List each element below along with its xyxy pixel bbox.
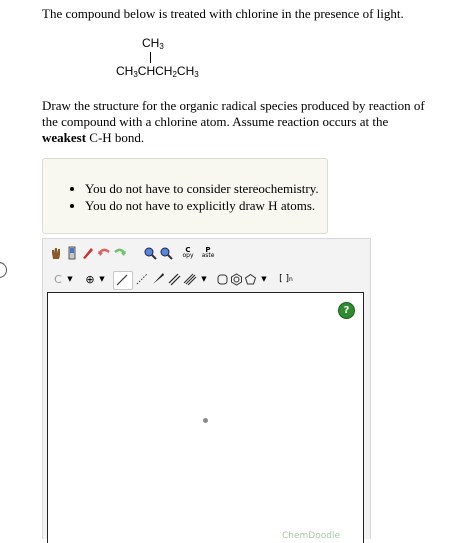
benzene-ring-icon[interactable]	[229, 271, 243, 287]
question-prompt: Draw the structure for the organic radic…	[42, 98, 432, 146]
drawing-canvas[interactable]: ? ChemDoodle	[47, 292, 364, 543]
hand-pan-icon[interactable]	[49, 245, 63, 261]
chevron-down-icon[interactable]: ▼	[197, 271, 211, 287]
chain-sub-3: 3	[194, 70, 199, 79]
instructions-box: You do not have to consider stereochemis…	[42, 158, 328, 234]
paste-sublabel: aste	[201, 252, 215, 259]
chain-part-1: CH	[116, 64, 134, 78]
pentagon-ring-icon[interactable]	[243, 271, 257, 287]
double-bond-icon[interactable]	[167, 271, 181, 287]
help-icon[interactable]: ?	[338, 302, 355, 319]
cyclopropane-ring-icon[interactable]	[215, 271, 229, 287]
methyl-text: CH	[142, 36, 160, 50]
chevron-down-icon[interactable]: ▼	[63, 271, 77, 287]
instruction-item: You do not have to explicitly draw H ato…	[85, 198, 327, 215]
prompt-text: Draw the structure for the organic radic…	[42, 98, 425, 129]
paste-button[interactable]: P aste	[201, 245, 215, 261]
canvas-center-dot	[203, 418, 208, 423]
branch-bond	[150, 52, 151, 63]
chain-part-2: CHCH	[137, 64, 173, 78]
chevron-down-icon[interactable]: ▼	[257, 271, 271, 287]
chain-part-3: CH	[176, 64, 195, 78]
side-circle-button[interactable]	[0, 262, 7, 278]
wedge-bond-icon[interactable]	[151, 271, 165, 287]
instruction-item: You do not have to consider stereochemis…	[85, 181, 327, 198]
methyl-branch: CH3	[142, 36, 164, 51]
question-intro: The compound below is treated with chlor…	[42, 6, 404, 21]
zoom-out-icon[interactable]	[159, 245, 173, 261]
triple-bond-icon[interactable]	[183, 271, 197, 287]
single-bond-button[interactable]	[113, 271, 133, 290]
chemical-structure: CH3 CH3CHCH2CH3	[0, 36, 454, 82]
prompt-bold: weakest	[42, 130, 87, 145]
bracket-tool-button[interactable]: [ ] n	[275, 271, 297, 287]
chemdoodle-logo: ChemDoodle	[282, 531, 340, 541]
methyl-subscript: 3	[159, 42, 164, 51]
undo-icon[interactable]	[97, 245, 111, 261]
dashed-bond-icon[interactable]	[135, 271, 149, 287]
lasso-select-icon[interactable]	[65, 245, 79, 261]
prompt-text-end: C-H bond.	[89, 130, 145, 145]
zoom-in-icon[interactable]	[143, 245, 157, 261]
eraser-icon[interactable]	[81, 245, 95, 261]
main-chain: CH3CHCH2CH3	[116, 64, 199, 79]
copy-sublabel: opy	[182, 252, 194, 259]
redo-icon[interactable]	[113, 245, 127, 261]
chevron-down-icon[interactable]: ▼	[95, 271, 109, 287]
copy-button[interactable]: C opy	[181, 245, 195, 261]
bracket-label: [ ]	[279, 274, 290, 284]
bracket-superscript: n	[289, 275, 293, 283]
